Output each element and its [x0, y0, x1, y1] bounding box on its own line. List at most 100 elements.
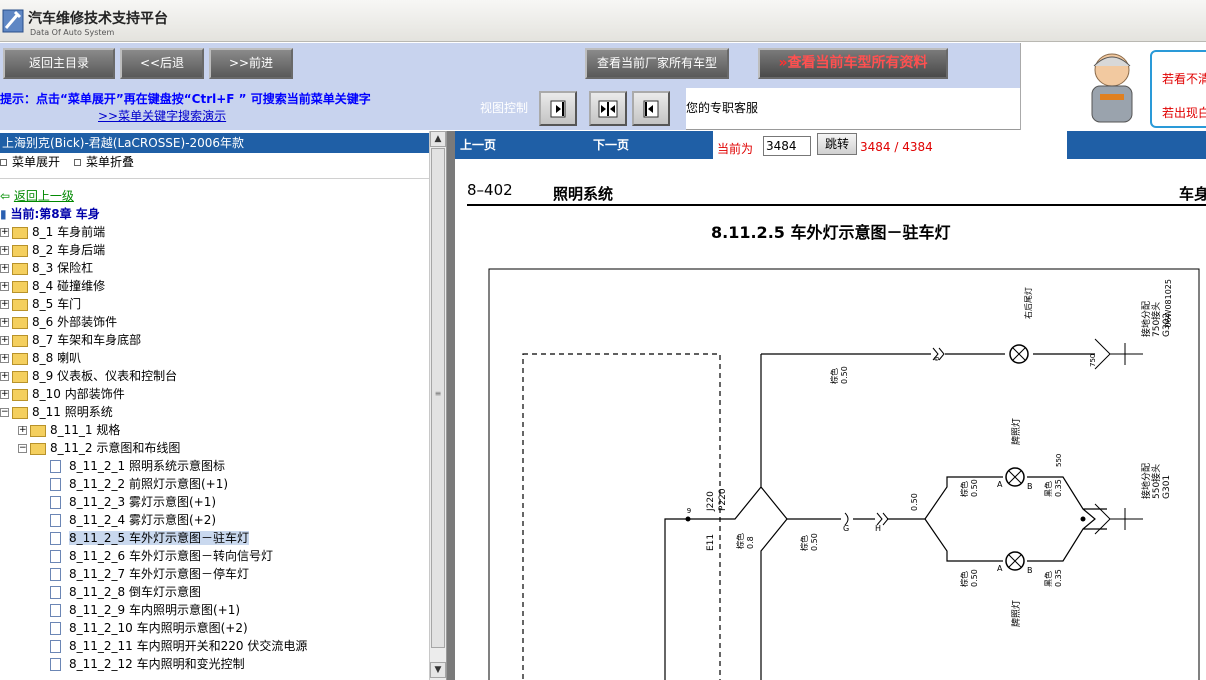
- menu-expand-label: 菜单展开: [12, 155, 61, 169]
- folder-icon: [12, 388, 28, 401]
- tree-item-label: 8_10 内部装饰件: [32, 387, 125, 401]
- tree-item[interactable]: +8_1 车身前端: [0, 223, 105, 241]
- tree-leaf[interactable]: 8_11_2_11 车内照明开关和220 伏交流电源: [50, 637, 307, 655]
- scroll-up-arrow-icon[interactable]: ▲: [430, 131, 446, 147]
- view-split-button[interactable]: [589, 91, 627, 126]
- home-button[interactable]: 返回主目录: [3, 48, 115, 79]
- ground-label-1c: G302: [1162, 313, 1172, 337]
- folder-icon: [30, 424, 46, 437]
- tree-item[interactable]: +8_2 车身后端: [0, 241, 105, 259]
- menu-collapse-button[interactable]: 菜单折叠: [74, 153, 134, 171]
- back-up-link[interactable]: ⇦ 返回上一级: [0, 187, 74, 205]
- menu-expand-button[interactable]: 菜单展开: [0, 153, 60, 171]
- wire-size-label: 0.35: [1054, 569, 1063, 587]
- tree-item-label: 8_1 车身前端: [32, 225, 106, 239]
- wire-size-label: 0.50: [910, 493, 919, 511]
- tree-item[interactable]: +8_3 保险杠: [0, 259, 93, 277]
- tree-item[interactable]: +8_8 喇叭: [0, 349, 81, 367]
- prev-page-button[interactable]: 上一页: [460, 136, 496, 153]
- tree-leaf[interactable]: 8_11_2_2 前照灯示意图(+1): [50, 475, 228, 493]
- tree-leaf[interactable]: 8_11_2_12 车内照明和变光控制: [50, 655, 245, 673]
- back-button[interactable]: <<后退: [120, 48, 204, 79]
- folder-icon: [12, 334, 28, 347]
- document-icon: [50, 622, 61, 635]
- document-icon: [50, 460, 61, 473]
- document-icon: [50, 478, 61, 491]
- wire-size-label: 0.50: [970, 479, 979, 497]
- arrow-left-bar-icon: [643, 100, 659, 118]
- tree-item-label: 8_8 喇叭: [32, 351, 82, 365]
- sidebar-scrollbar[interactable]: ▲ ≡ ▼: [429, 131, 446, 680]
- help-line-1: 若看不清: [1162, 72, 1206, 86]
- tree-leaf[interactable]: 8_11_2_1 照明系统示意图标: [50, 457, 225, 475]
- wire-size-label: 0.50: [810, 533, 819, 551]
- wire-size-label: 0.35: [1054, 479, 1063, 497]
- tree-leaf[interactable]: 8_11_2_3 雾灯示意图(+1): [50, 493, 216, 511]
- wire-size-label: 0.50: [840, 366, 849, 384]
- doc-title: 8.11.2.5 车外灯示意图－驻车灯: [711, 223, 951, 242]
- view-expand-left-button[interactable]: [632, 91, 670, 126]
- search-demo-link[interactable]: >>菜单关键字搜索演示: [98, 107, 226, 124]
- tree-leaf-label: 8_11_2_12 车内照明和变光控制: [69, 657, 245, 671]
- tree-item[interactable]: +8_6 外部装饰件: [0, 313, 117, 331]
- tree-item-label: 8_11_1 规格: [50, 423, 121, 437]
- tree-leaf[interactable]: 8_11_2_8 倒车灯示意图: [50, 583, 201, 601]
- view-expand-right-button[interactable]: [539, 91, 577, 126]
- folder-icon: [12, 280, 28, 293]
- tree-item[interactable]: +8_11_1 规格: [18, 421, 120, 439]
- tree-item[interactable]: +8_4 碰撞维修: [0, 277, 105, 295]
- sidebar-divider: [0, 178, 429, 179]
- tree-item[interactable]: +8_10 内部装饰件: [0, 385, 125, 403]
- tree-item[interactable]: +8_5 车门: [0, 295, 81, 313]
- page-number-input[interactable]: [763, 136, 811, 156]
- tree-item[interactable]: −8_11_2 示意图和布线图: [18, 439, 180, 457]
- tree-leaf-label: 8_11_2_6 车外灯示意图－转向信号灯: [69, 549, 273, 563]
- all-docs-label: 查看当前车型所有资料: [787, 55, 928, 71]
- tree-leaf-label: 8_11_2_11 车内照明开关和220 伏交流电源: [69, 639, 308, 653]
- sidebar: 上海别克(Bick)-君越(LaCROSSE)-2006年款 菜单展开 菜单折叠…: [0, 131, 447, 680]
- tree-leaf-selected[interactable]: 8_11_2_5 车外灯示意图－驻车灯: [50, 529, 249, 547]
- doc-chapter-title: 车身: [1179, 185, 1206, 203]
- document-icon: [50, 604, 61, 617]
- chapter-icon: ▮: [0, 207, 7, 221]
- tree-leaf[interactable]: 8_11_2_6 车外灯示意图－转向信号灯: [50, 547, 273, 565]
- tree-item[interactable]: +8_7 车架和车身底部: [0, 331, 141, 349]
- doc-header-rule: [467, 204, 1206, 206]
- forward-button[interactable]: >>前进: [209, 48, 293, 79]
- folder-icon: [12, 244, 28, 257]
- folder-icon: [12, 370, 28, 383]
- tree-leaf[interactable]: 8_11_2_9 车内照明示意图(+1): [50, 601, 240, 619]
- document-icon: [50, 586, 61, 599]
- next-page-button[interactable]: 下一页: [593, 136, 629, 153]
- tree-item[interactable]: +8_9 仪表板、仪表和控制台: [0, 367, 177, 385]
- pin-label-9: 9: [687, 507, 691, 515]
- tree-item-label: 8_7 车架和车身底部: [32, 333, 142, 347]
- tree-leaf-label: 8_11_2_4 雾灯示意图(+2): [69, 513, 217, 527]
- tree-item[interactable]: −8_11 照明系统: [0, 403, 113, 421]
- diagram-frame: [488, 268, 1200, 680]
- tree-leaf-label: 8_11_2_7 车外灯示意图－停车灯: [69, 567, 249, 581]
- current-chapter: ▮ 当前:第8章 车身: [0, 205, 100, 223]
- wire-color-label: 黑色: [1043, 571, 1053, 587]
- tree-leaf[interactable]: 8_11_2_7 车外灯示意图－停车灯: [50, 565, 249, 583]
- tree-leaf-label: 8_11_2_2 前照灯示意图(+1): [69, 477, 229, 491]
- folder-open-icon: [30, 442, 46, 455]
- wire-color-label: 棕色: [735, 533, 745, 549]
- tree-leaf[interactable]: 8_11_2_4 雾灯示意图(+2): [50, 511, 216, 529]
- scroll-down-arrow-icon[interactable]: ▼: [430, 662, 446, 678]
- page-jump-box: 当前为 跳转 3484 / 4384: [713, 131, 1067, 159]
- all-models-button[interactable]: 查看当前厂家所有车型: [585, 48, 729, 79]
- tree-item-label: 8_5 车门: [32, 297, 82, 311]
- tree-leaf[interactable]: 8_11_2_10 车内照明示意图(+2): [50, 619, 248, 637]
- wire-size-label: 0.50: [970, 569, 979, 587]
- folder-icon: [12, 316, 28, 329]
- wire-color-label: 棕色: [829, 368, 839, 384]
- jump-button[interactable]: 跳转: [817, 133, 857, 155]
- wire-color-label: 黑色: [1043, 481, 1053, 497]
- all-docs-button[interactable]: »查看当前车型所有资料: [758, 48, 948, 79]
- main-wire: [664, 354, 788, 680]
- collapse-icon: [74, 159, 81, 166]
- scroll-grip-icon: ≡: [434, 389, 442, 398]
- wrench-logo-icon: [2, 9, 24, 33]
- document-icon: [50, 658, 61, 671]
